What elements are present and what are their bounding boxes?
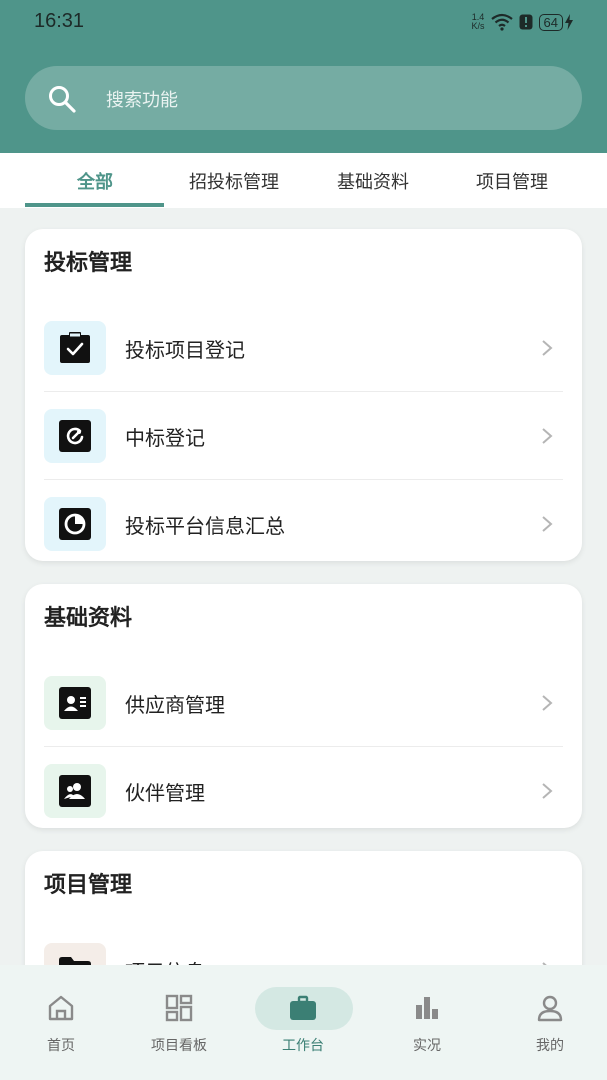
nav-item-home[interactable]: 首页 [0,965,122,1080]
tab-project-management[interactable]: 项目管理 [442,153,582,208]
list-item-bid-project-registration[interactable]: 投标项目登记 [25,304,582,392]
status-indicators: 1.4 K/s 64 [472,10,573,34]
app-header: 16:31 1.4 K/s 64 搜索功能 [0,0,607,153]
status-time: 16:31 [34,10,85,32]
network-speed: 1.4 K/s [472,13,485,31]
nav-item-profile[interactable]: 我的 [489,965,607,1080]
section-card-bidding: 投标管理 投标项目登记 中标登记 投标平台信息汇总 [25,229,582,561]
search-input[interactable]: 搜索功能 [106,86,178,112]
item-label: 伙伴管理 [125,781,205,805]
content-scroll-area[interactable]: 投标管理 投标项目登记 中标登记 投标平台信息汇总 基础资料 供应商管理 伙伴管… [0,208,607,965]
bottom-navigation: 首页 项目看板 工作台 实况 我的 [0,965,607,1080]
list-item-project-info[interactable]: 项目信息 [25,926,582,965]
bar-chart-icon [416,997,438,1019]
category-tabs: 全部 招投标管理 基础资料 项目管理 [0,153,607,208]
contact-card-icon [44,676,106,730]
wifi-icon [490,13,513,31]
clipboard-check-icon [44,321,106,375]
battery-indicator: 64 [538,13,573,31]
section-title: 投标管理 [44,251,133,276]
partner-icon [44,764,106,818]
charging-icon [565,14,573,30]
chevron-right-icon [542,783,553,799]
active-tab-indicator [25,203,164,207]
item-label: 投标平台信息汇总 [125,514,285,538]
section-card-project-management: 项目管理 项目信息 [25,851,582,965]
nav-item-project-board[interactable]: 项目看板 [118,965,240,1080]
section-title: 基础资料 [44,606,133,631]
status-bar: 16:31 1.4 K/s 64 [0,0,607,44]
briefcase-icon [290,995,316,1020]
battery-level: 64 [538,13,563,31]
item-label: 中标登记 [125,426,205,450]
tab-all[interactable]: 全部 [25,153,165,208]
tab-basic-data[interactable]: 基础资料 [303,153,443,208]
nav-label: 我的 [536,1038,564,1054]
search-icon [49,86,76,113]
refresh-badge-icon [44,409,106,463]
alert-badge-icon [519,14,533,30]
item-label: 项目信息 [125,956,205,965]
chevron-right-icon [542,516,553,532]
folder-list-icon [44,943,106,965]
list-item-winning-bid-registration[interactable]: 中标登记 [25,392,582,480]
section-title: 项目管理 [44,873,133,898]
chevron-right-icon [542,428,553,444]
item-label: 供应商管理 [125,693,225,717]
nav-label: 实况 [413,1038,441,1054]
list-item-supplier-management[interactable]: 供应商管理 [25,659,582,747]
user-icon [537,995,563,1022]
list-item-bid-platform-summary[interactable]: 投标平台信息汇总 [25,480,582,568]
network-speed-unit: K/s [471,21,485,31]
search-bar[interactable]: 搜索功能 [25,66,582,130]
dashboard-icon [165,994,193,1022]
pie-chart-icon [44,497,106,551]
list-item-partner-management[interactable]: 伙伴管理 [25,747,582,835]
section-card-basic-data: 基础资料 供应商管理 伙伴管理 [25,584,582,828]
home-icon [48,995,74,1021]
chevron-right-icon [542,340,553,356]
nav-label: 首页 [47,1038,75,1054]
nav-label: 工作台 [282,1038,324,1054]
nav-item-workbench[interactable]: 工作台 [242,965,364,1080]
chevron-right-icon [542,695,553,711]
nav-label: 项目看板 [151,1038,207,1054]
tab-bidding-management[interactable]: 招投标管理 [164,153,304,208]
nav-item-live[interactable]: 实况 [366,965,488,1080]
item-label: 投标项目登记 [125,338,245,362]
